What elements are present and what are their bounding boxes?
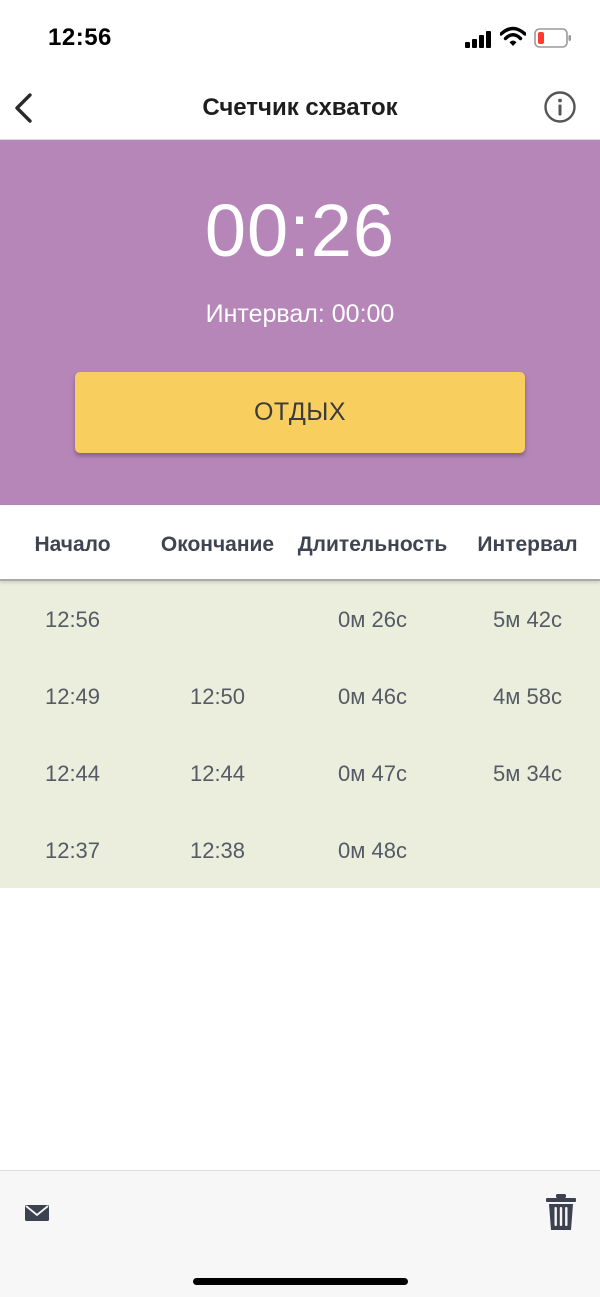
home-indicator[interactable] (193, 1278, 408, 1285)
cellular-signal-icon (465, 30, 491, 48)
column-header-duration: Длительность (297, 533, 448, 556)
status-time: 12:56 (48, 24, 112, 51)
cell-interval: 5м 42с (493, 607, 562, 632)
cell-duration: 0м 26с (338, 607, 407, 632)
cell-duration: 0м 46с (338, 684, 407, 709)
interval-readout: Интервал: 00:00 (205, 300, 395, 328)
cell-end: 12:38 (189, 838, 246, 863)
cell-end: 12:50 (189, 684, 246, 709)
column-header-interval: Интервал (477, 533, 578, 556)
cell-interval: 5м 34с (493, 761, 562, 786)
info-icon[interactable] (543, 90, 577, 124)
cell-interval: 4м 58с (493, 684, 562, 709)
table-row[interactable]: 12:49 12:50 0м 46с 4м 58с (0, 658, 600, 735)
table-header: Начало Окончание Длительность Интервал (0, 505, 600, 581)
elapsed-timer: 00:26 (204, 189, 396, 272)
cell-start: 12:44 (44, 761, 101, 786)
cell-end: 12:44 (189, 761, 246, 786)
contractions-table: 12:56 0м 26с 5м 42с 12:49 12:50 0м 46с 4… (0, 581, 600, 888)
table-row[interactable]: 12:56 0м 26с 5м 42с (0, 581, 600, 658)
table-row[interactable]: 12:44 12:44 0м 47с 5м 34с (0, 735, 600, 812)
wifi-icon (500, 26, 526, 46)
cell-start: 12:56 (44, 607, 101, 632)
cell-start: 12:49 (44, 684, 101, 709)
column-header-start: Начало (34, 533, 111, 556)
cell-duration: 0м 48с (338, 838, 407, 863)
table-row[interactable]: 12:37 12:38 0м 48с (0, 812, 600, 889)
trash-icon[interactable] (545, 1193, 577, 1231)
battery-low-icon (534, 28, 571, 48)
rest-button[interactable]: ОТДЫХ (75, 372, 525, 453)
column-header-end: Окончание (160, 533, 275, 556)
status-bar: 12:56 (0, 0, 600, 80)
cell-duration: 0м 47с (338, 761, 407, 786)
page-title: Счетчик схваток (202, 94, 398, 121)
mail-icon[interactable] (23, 1201, 51, 1225)
timer-panel: 00:26 Интервал: 00:00 ОТДЫХ (0, 140, 600, 505)
bottom-toolbar (0, 1170, 600, 1297)
nav-bar: Счетчик схваток (0, 80, 600, 140)
cell-start: 12:37 (44, 838, 101, 863)
